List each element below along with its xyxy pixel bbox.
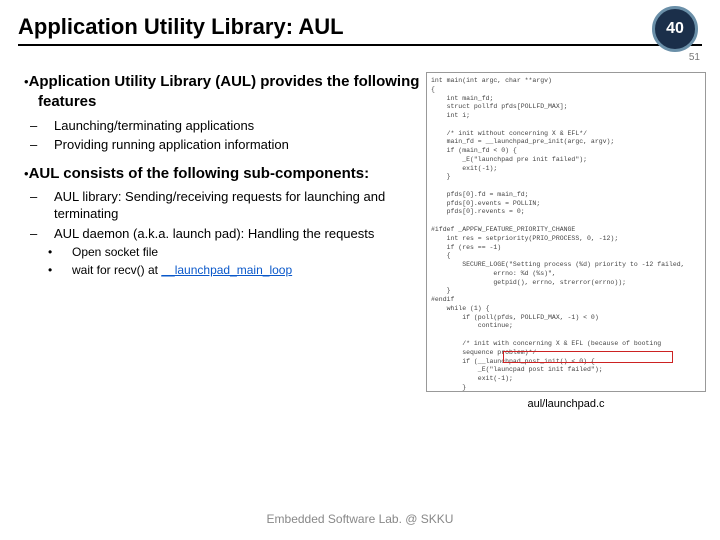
slide-number-badge: 40 (652, 6, 698, 52)
bullet-text: AUL consists of the following sub-compon… (29, 165, 370, 182)
bullet-level3: •wait for recv() at __launchpad_main_loo… (20, 262, 420, 278)
code-column: int main(int argc, char **argv) { int ma… (420, 72, 712, 410)
bullet-level1: •Application Utility Library (AUL) provi… (20, 72, 420, 113)
bullet-level2: –AUL daemon (a.k.a. launch pad): Handlin… (20, 225, 420, 243)
bullet-text: AUL library: Sending/receiving requests … (54, 189, 385, 222)
slide-body: •Application Utility Library (AUL) provi… (0, 52, 720, 410)
title-underline (18, 44, 702, 46)
bullet-text: Launching/terminating applications (54, 118, 254, 133)
bullet-text: wait for recv() at (72, 263, 161, 277)
bullet-text: Application Utility Library (AUL) provid… (29, 73, 420, 110)
bullet-level2: –Launching/terminating applications (20, 117, 420, 135)
code-symbol-link[interactable]: __launchpad_main_loop (161, 263, 292, 277)
text-column: •Application Utility Library (AUL) provi… (20, 72, 420, 410)
bullet-level3: •Open socket file (20, 244, 420, 260)
slide-title: Application Utility Library: AUL (18, 14, 702, 40)
bullet-text: AUL daemon (a.k.a. launch pad): Handling… (54, 226, 374, 241)
code-screenshot: int main(int argc, char **argv) { int ma… (426, 72, 706, 392)
code-text: int main(int argc, char **argv) { int ma… (431, 77, 685, 392)
bullet-level2: –Providing running application informati… (20, 136, 420, 154)
slide-header: Application Utility Library: AUL 40 51 (0, 0, 720, 52)
highlight-box (503, 351, 673, 363)
bullet-level1: •AUL consists of the following sub-compo… (20, 164, 420, 184)
page-number: 51 (689, 52, 700, 63)
bullet-text: Providing running application informatio… (54, 137, 289, 152)
slide-footer: Embedded Software Lab. @ SKKU (0, 512, 720, 526)
code-caption: aul/launchpad.c (426, 398, 706, 410)
bullet-level2: –AUL library: Sending/receiving requests… (20, 188, 420, 223)
bullet-text: Open socket file (72, 245, 158, 259)
